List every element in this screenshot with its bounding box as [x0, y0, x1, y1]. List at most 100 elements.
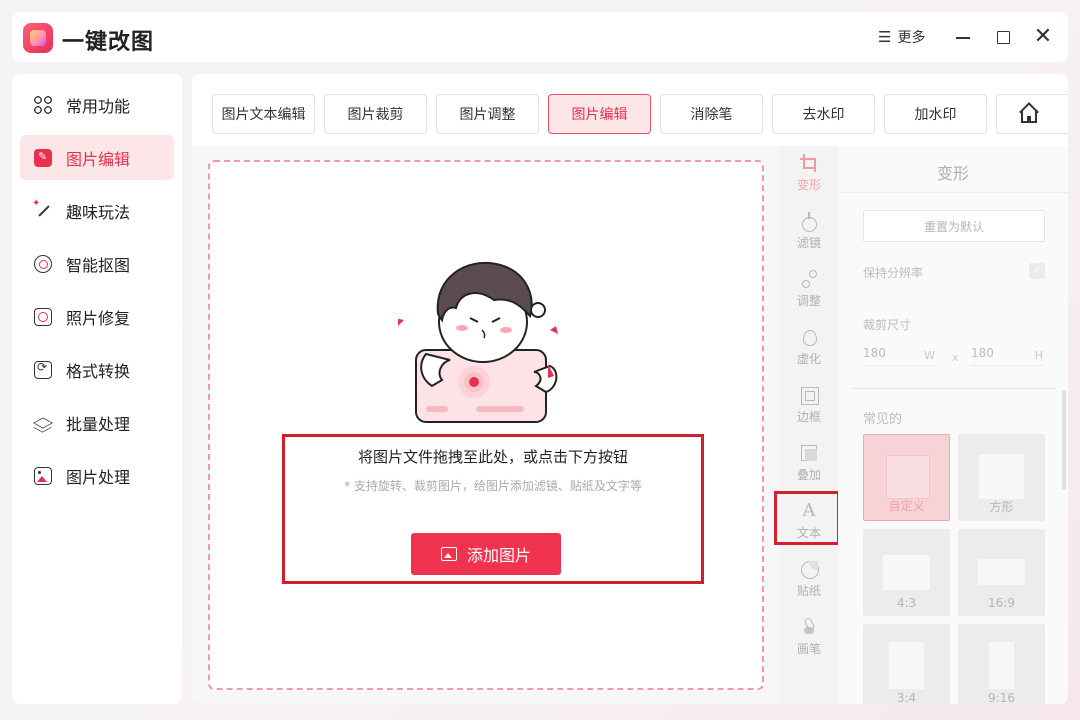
add-image-button[interactable]: 添加图片: [411, 533, 561, 575]
divider: [838, 192, 1068, 193]
tab-bar: 图片文本编辑 图片裁剪 图片调整 图片编辑 消除笔 去水印 加水印: [212, 94, 987, 134]
sidebar-item-label: 格式转换: [66, 361, 131, 381]
tab-image-edit[interactable]: 图片编辑: [548, 94, 651, 134]
tab-eraser[interactable]: 消除笔: [660, 94, 763, 134]
tool-label: 虚化: [796, 352, 821, 366]
keep-resolution-label: 保持分辨率: [863, 266, 924, 280]
tool-label: 画笔: [796, 642, 821, 656]
crop-width-input[interactable]: 180 W: [863, 344, 935, 366]
preset-label: 9:16: [988, 691, 1015, 704]
minimize-icon[interactable]: [950, 24, 976, 50]
close-icon[interactable]: ✕: [1030, 24, 1056, 50]
sidebar-item-image-edit[interactable]: 图片编辑: [20, 135, 174, 180]
more-button[interactable]: ☰ 更多: [878, 27, 925, 47]
preset-label: 3:4: [896, 691, 917, 704]
sidebar-item-label: 图片编辑: [66, 149, 131, 169]
divider: [852, 388, 1056, 389]
tool-label: 调整: [796, 294, 821, 308]
app-logo: [23, 23, 53, 53]
layers-icon: [34, 414, 52, 432]
sidebar-item-label: 图片处理: [66, 467, 131, 487]
magic-wand-icon: [32, 198, 52, 220]
preset-16-9[interactable]: 16:9: [958, 529, 1045, 616]
settings-scrollbar[interactable]: [1062, 390, 1066, 490]
home-button[interactable]: [996, 94, 1068, 134]
drop-hint: * 支持旋转、裁剪图片，给图片添加滤镜、贴纸及文字等: [344, 479, 642, 493]
preset-9-16[interactable]: 9:16: [958, 624, 1045, 704]
sidebar-item-common-functions[interactable]: 常用功能: [20, 82, 174, 127]
tab-image-crop[interactable]: 图片裁剪: [324, 94, 427, 134]
text-tool-highlight: [774, 491, 840, 545]
preset-label: 16:9: [988, 596, 1015, 610]
main-panel: 图片文本编辑 图片裁剪 图片调整 图片编辑 消除笔 去水印 加水印 将图片文件拖…: [192, 74, 1068, 704]
tab-image-adjust[interactable]: 图片调整: [436, 94, 539, 134]
repair-icon: [34, 307, 52, 326]
more-label: 更多: [897, 30, 926, 46]
common-presets-label: 常见的: [863, 412, 903, 427]
empty-state-illustration: [398, 261, 558, 423]
crop-icon: [800, 154, 818, 172]
convert-icon: [34, 360, 52, 379]
border-icon: [800, 386, 819, 405]
preset-shape: [989, 642, 1014, 689]
settings-title: 变形: [936, 164, 969, 183]
sidebar-item-smart-cutout[interactable]: 智能抠图: [20, 241, 174, 286]
adjust-icon: [800, 270, 818, 288]
tool-brush[interactable]: 画笔: [780, 612, 838, 668]
tab-remove-watermark[interactable]: 去水印: [772, 94, 875, 134]
tool-label: 叠加: [796, 468, 821, 482]
tool-blur[interactable]: 虚化: [780, 322, 838, 378]
preset-shape: [883, 555, 930, 590]
maximize-icon[interactable]: [990, 24, 1016, 50]
sidebar-item-photo-repair[interactable]: 照片修复: [20, 294, 174, 339]
grid-icon: [34, 95, 52, 114]
sidebar-item-fun-play[interactable]: 趣味玩法: [20, 188, 174, 233]
sidebar-item-label: 照片修复: [66, 308, 131, 328]
crop-width-unit: W: [924, 349, 935, 362]
sidebar-item-image-process[interactable]: 图片处理: [20, 453, 174, 498]
drop-zone[interactable]: 将图片文件拖拽至此处，或点击下方按钮 * 支持旋转、裁剪图片，给图片添加滤镜、贴…: [208, 160, 764, 690]
tab-image-text-edit[interactable]: 图片文本编辑: [212, 94, 315, 134]
tool-strip: 变形 滤镜 调整 虚化 边框 叠加 A 文本 贴纸 画笔: [780, 146, 838, 704]
tool-sticker[interactable]: 贴纸: [780, 554, 838, 610]
drop-title: 将图片文件拖拽至此处，或点击下方按钮: [357, 448, 628, 466]
crop-height-input[interactable]: 180 H: [971, 344, 1043, 366]
preset-shape: [979, 454, 1024, 499]
tool-border[interactable]: 边框: [780, 380, 838, 436]
preset-shape: [886, 455, 930, 499]
preset-3-4[interactable]: 3:4: [863, 624, 950, 704]
title-bar: 一键改图 ☰ 更多 ✕: [12, 12, 1068, 62]
tool-filter[interactable]: 滤镜: [780, 206, 838, 262]
preset-custom[interactable]: 自定义: [863, 434, 950, 521]
sidebar: 常用功能 图片编辑 趣味玩法 智能抠图 照片修复 格式转换 批量处理 图片处理: [12, 74, 182, 704]
tool-label: 贴纸: [796, 584, 821, 598]
tool-adjust[interactable]: 调整: [780, 264, 838, 320]
sidebar-item-label: 趣味玩法: [66, 202, 131, 222]
crop-size-label: 裁剪尺寸: [863, 318, 912, 332]
tool-transform[interactable]: 变形: [780, 148, 838, 204]
sidebar-item-batch-process[interactable]: 批量处理: [20, 400, 174, 445]
preset-4-3[interactable]: 4:3: [863, 529, 950, 616]
target-icon: [34, 254, 52, 273]
settings-panel: 变形 重置为默认 保持分辨率 ✓ 裁剪尺寸 180 W x 180 H 常见的 …: [838, 146, 1068, 704]
keep-resolution-checkbox[interactable]: ✓: [1029, 263, 1045, 279]
preset-label: 4:3: [896, 596, 917, 610]
times-symbol: x: [952, 351, 959, 364]
tool-label: 变形: [796, 178, 821, 192]
tab-add-watermark[interactable]: 加水印: [884, 94, 987, 134]
sidebar-item-label: 常用功能: [66, 96, 131, 116]
reset-default-button[interactable]: 重置为默认: [863, 210, 1045, 242]
add-image-icon: [440, 547, 457, 561]
crop-height-value: 180: [971, 346, 994, 360]
preset-square[interactable]: 方形: [958, 434, 1045, 521]
crop-width-value: 180: [863, 346, 886, 360]
preset-label: 方形: [989, 500, 1014, 514]
edit-icon: [34, 148, 52, 167]
crop-height-unit: H: [1034, 349, 1043, 362]
tool-overlay[interactable]: 叠加: [780, 438, 838, 494]
sidebar-item-label: 批量处理: [66, 414, 131, 434]
tool-label: 边框: [796, 410, 821, 424]
menu-icon: ☰: [878, 27, 892, 46]
add-image-label: 添加图片: [466, 546, 531, 565]
sidebar-item-format-convert[interactable]: 格式转换: [20, 347, 174, 392]
